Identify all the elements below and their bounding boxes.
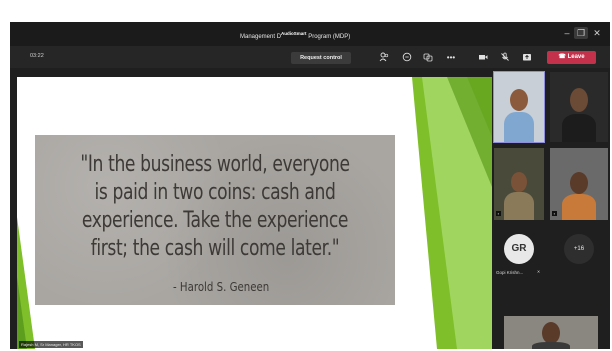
- participant-video: [504, 112, 534, 142]
- mic-muted-icon: ▪: [496, 211, 501, 216]
- participant-video: [562, 114, 596, 142]
- shared-screen: "In the business world, everyone is paid…: [17, 77, 492, 349]
- share-icon[interactable]: [521, 52, 533, 64]
- quote-author: - Harold S. Geneen: [173, 280, 270, 294]
- mic-muted-icon: ✕: [536, 269, 541, 274]
- reactions-icon[interactable]: [422, 52, 434, 64]
- participant-name: Gopi Krishn...: [496, 270, 524, 275]
- mic-off-icon[interactable]: [499, 52, 511, 64]
- participant-tile[interactable]: [550, 72, 608, 142]
- close-icon[interactable]: ✕: [590, 27, 604, 39]
- participant-tile[interactable]: ▪: [494, 148, 544, 220]
- quote-image: "In the business world, everyone is paid…: [35, 135, 395, 305]
- participants-icon[interactable]: [378, 52, 390, 64]
- title-bar: Management DAudioSmart Program (MDP) – ❐…: [10, 22, 610, 46]
- quote-text: "In the business world, everyone is paid…: [80, 152, 350, 261]
- more-options-icon[interactable]: •••: [445, 52, 457, 64]
- participant-tile[interactable]: ▪: [550, 148, 608, 220]
- leave-button[interactable]: ☎ Leave: [547, 51, 596, 64]
- phone-hangup-icon: ☎: [558, 54, 566, 60]
- meeting-timer: 03:22: [30, 53, 44, 59]
- presenter-label: Rajesh M, Sr Manager, HR TKOS: [19, 341, 83, 348]
- meeting-toolbar: 03:22 Request control ••• ☎ Leave: [10, 46, 610, 68]
- participant-tile[interactable]: [504, 316, 598, 349]
- window-title: Management DAudioSmart Program (MDP): [240, 31, 351, 40]
- meeting-window: Management DAudioSmart Program (MDP) – ❐…: [10, 22, 610, 349]
- chat-icon[interactable]: [401, 52, 413, 64]
- camera-icon[interactable]: [477, 52, 489, 64]
- participants-panel: ▪ ▪ GR Gopi Krishn... ✕ +16: [492, 68, 610, 349]
- minimize-icon[interactable]: –: [560, 27, 574, 39]
- participant-video: [504, 192, 534, 220]
- avatar[interactable]: GR: [504, 234, 534, 264]
- restore-icon[interactable]: ❐: [574, 27, 588, 39]
- more-participants-button[interactable]: +16: [564, 234, 594, 264]
- mic-muted-icon: ▪: [552, 211, 557, 216]
- participant-video: [542, 322, 560, 344]
- participant-video: [562, 194, 596, 220]
- participant-tile[interactable]: [493, 71, 545, 143]
- audiosmart-overlay: AudioSmart: [281, 31, 307, 36]
- request-control-button[interactable]: Request control: [291, 52, 351, 64]
